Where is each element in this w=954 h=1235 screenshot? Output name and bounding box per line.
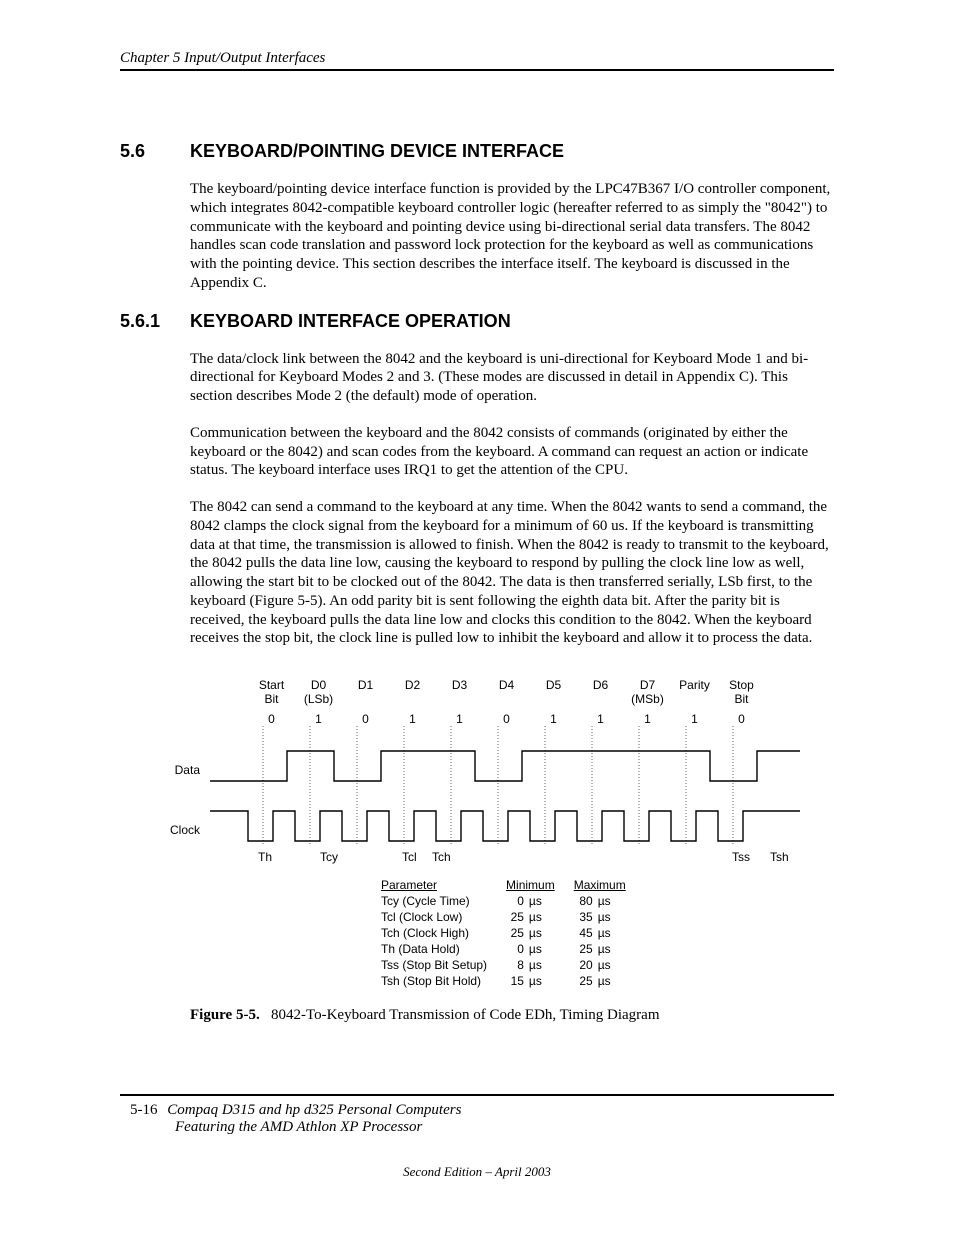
timing-diagram-figure: StartBit D0(LSb) D1 D2 D3 D4 D5 D6 D7(MS… (140, 678, 834, 989)
svg-text:Clock: Clock (170, 823, 201, 837)
section-number: 5.6 (120, 141, 190, 162)
footer-edition: Second Edition – April 2003 (120, 1164, 834, 1180)
footer-title-2: Featuring the AMD Athlon XP Processor (175, 1119, 834, 1136)
table-row: Th (Data Hold) 0µs 25µs (380, 941, 644, 957)
bit-label: StartBit (248, 678, 295, 706)
bit-label-row: StartBit D0(LSb) D1 D2 D3 D4 D5 D6 D7(MS… (140, 678, 834, 706)
timing-waveforms: Data Clock Th Tcy Tcl Tch Tss Tsh (140, 726, 820, 866)
svg-text:Data: Data (175, 763, 201, 777)
bit-label: D3 (436, 678, 483, 706)
svg-text:Tss: Tss (732, 850, 750, 864)
bit-value: 0 (718, 712, 765, 726)
bit-label: D4 (483, 678, 530, 706)
table-row: Tss (Stop Bit Setup) 8µs 20µs (380, 957, 644, 973)
bit-value: 1 (577, 712, 624, 726)
bit-value: 1 (295, 712, 342, 726)
page-header: Chapter 5 Input/Output Interfaces (120, 50, 834, 71)
table-row: Tcy (Cycle Time) 0µs 80µs (380, 893, 644, 909)
bit-value: 0 (248, 712, 295, 726)
bit-value: 1 (530, 712, 577, 726)
bit-value: 0 (483, 712, 530, 726)
col-parameter: Parameter (380, 877, 505, 893)
table-header-row: Parameter Minimum Maximum (380, 877, 644, 893)
bit-label: StopBit (718, 678, 765, 706)
bit-label: D2 (389, 678, 436, 706)
chapter-line: Chapter 5 Input/Output Interfaces (120, 50, 325, 66)
paragraph: The data/clock link between the 8042 and… (190, 350, 834, 406)
paragraph: Communication between the keyboard and t… (190, 424, 834, 480)
table-row: Tcl (Clock Low) 25µs 35µs (380, 909, 644, 925)
table-row: Tch (Clock High) 25µs 45µs (380, 925, 644, 941)
figure-caption-text: 8042-To-Keyboard Transmission of Code ED… (271, 1007, 660, 1023)
section-title: KEYBOARD/POINTING DEVICE INTERFACE (190, 141, 564, 162)
paragraph: The keyboard/pointing device interface f… (190, 180, 834, 293)
bit-value: 1 (624, 712, 671, 726)
page-footer: 5-16 Compaq D315 and hp d325 Personal Co… (120, 1094, 834, 1180)
section-number: 5.6.1 (120, 311, 190, 332)
bit-label: D6 (577, 678, 624, 706)
bit-value: 0 (342, 712, 389, 726)
col-maximum: Maximum (573, 877, 644, 893)
bit-value: 1 (671, 712, 718, 726)
bit-label: Parity (671, 678, 718, 706)
svg-text:Tcy: Tcy (320, 850, 338, 864)
col-minimum: Minimum (505, 877, 573, 893)
svg-text:Tcl: Tcl (402, 850, 417, 864)
bit-label: D7(MSb) (624, 678, 671, 706)
svg-text:Tch: Tch (432, 850, 451, 864)
page-number: 5-16 (130, 1102, 158, 1118)
section-5-6-1: 5.6.1 KEYBOARD INTERFACE OPERATION (120, 311, 834, 332)
footer-title-1: Compaq D315 and hp d325 Personal Compute… (167, 1102, 461, 1118)
bit-label: D5 (530, 678, 577, 706)
section-5-6: 5.6 KEYBOARD/POINTING DEVICE INTERFACE (120, 141, 834, 162)
paragraph: The 8042 can send a command to the keybo… (190, 498, 834, 648)
bit-label: D0(LSb) (295, 678, 342, 706)
figure-caption: Figure 5-5. 8042-To-Keyboard Transmissio… (190, 1007, 834, 1024)
bit-value: 1 (389, 712, 436, 726)
section-title: KEYBOARD INTERFACE OPERATION (190, 311, 511, 332)
figure-label: Figure 5-5. (190, 1007, 260, 1023)
svg-text:Tsh: Tsh (770, 850, 789, 864)
table-row: Tsh (Stop Bit Hold) 15µs 25µs (380, 973, 644, 989)
bit-value-row: 0 1 0 1 1 0 1 1 1 1 0 (140, 712, 834, 726)
bit-label: D1 (342, 678, 389, 706)
bit-value: 1 (436, 712, 483, 726)
timing-parameter-table: Parameter Minimum Maximum Tcy (Cycle Tim… (380, 877, 644, 989)
svg-text:Th: Th (258, 850, 272, 864)
